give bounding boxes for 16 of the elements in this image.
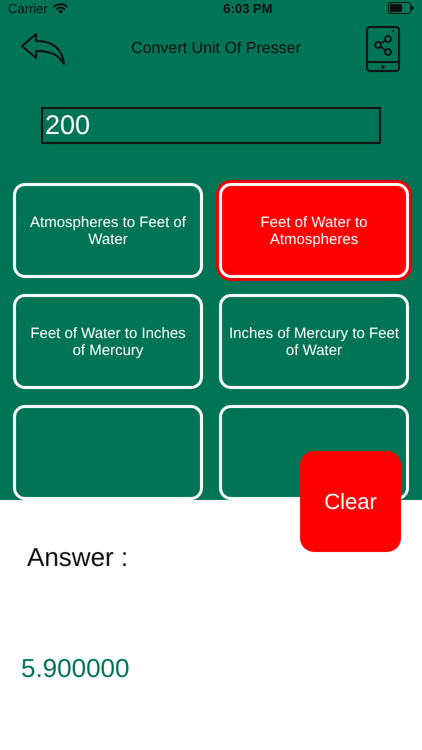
clear-button[interactable]: Clear (300, 451, 401, 552)
battery-icon (388, 2, 414, 14)
conversion-button[interactable]: Inches of Mercury to Feet of Water (219, 294, 409, 389)
carrier-label: Carrier (8, 0, 48, 16)
conversion-button[interactable]: Feet of Water to Inches of Mercury (13, 294, 203, 389)
wifi-icon (52, 2, 68, 14)
conversion-button[interactable]: Atmospheres to Feet of Water (13, 183, 203, 278)
answer-value: 5.900000 (21, 653, 130, 684)
value-input-field[interactable]: 200 (41, 107, 381, 144)
conversion-button[interactable] (13, 405, 203, 500)
conversion-button[interactable]: Feet of Water to Atmospheres (219, 183, 409, 278)
status-time: 6:03 PM (223, 0, 272, 16)
answer-label: Answer : (27, 542, 130, 573)
back-arrow-icon[interactable] (20, 32, 66, 66)
screen-title: Convert Unit Of Presser (131, 40, 301, 58)
share-icon[interactable] (366, 26, 400, 72)
